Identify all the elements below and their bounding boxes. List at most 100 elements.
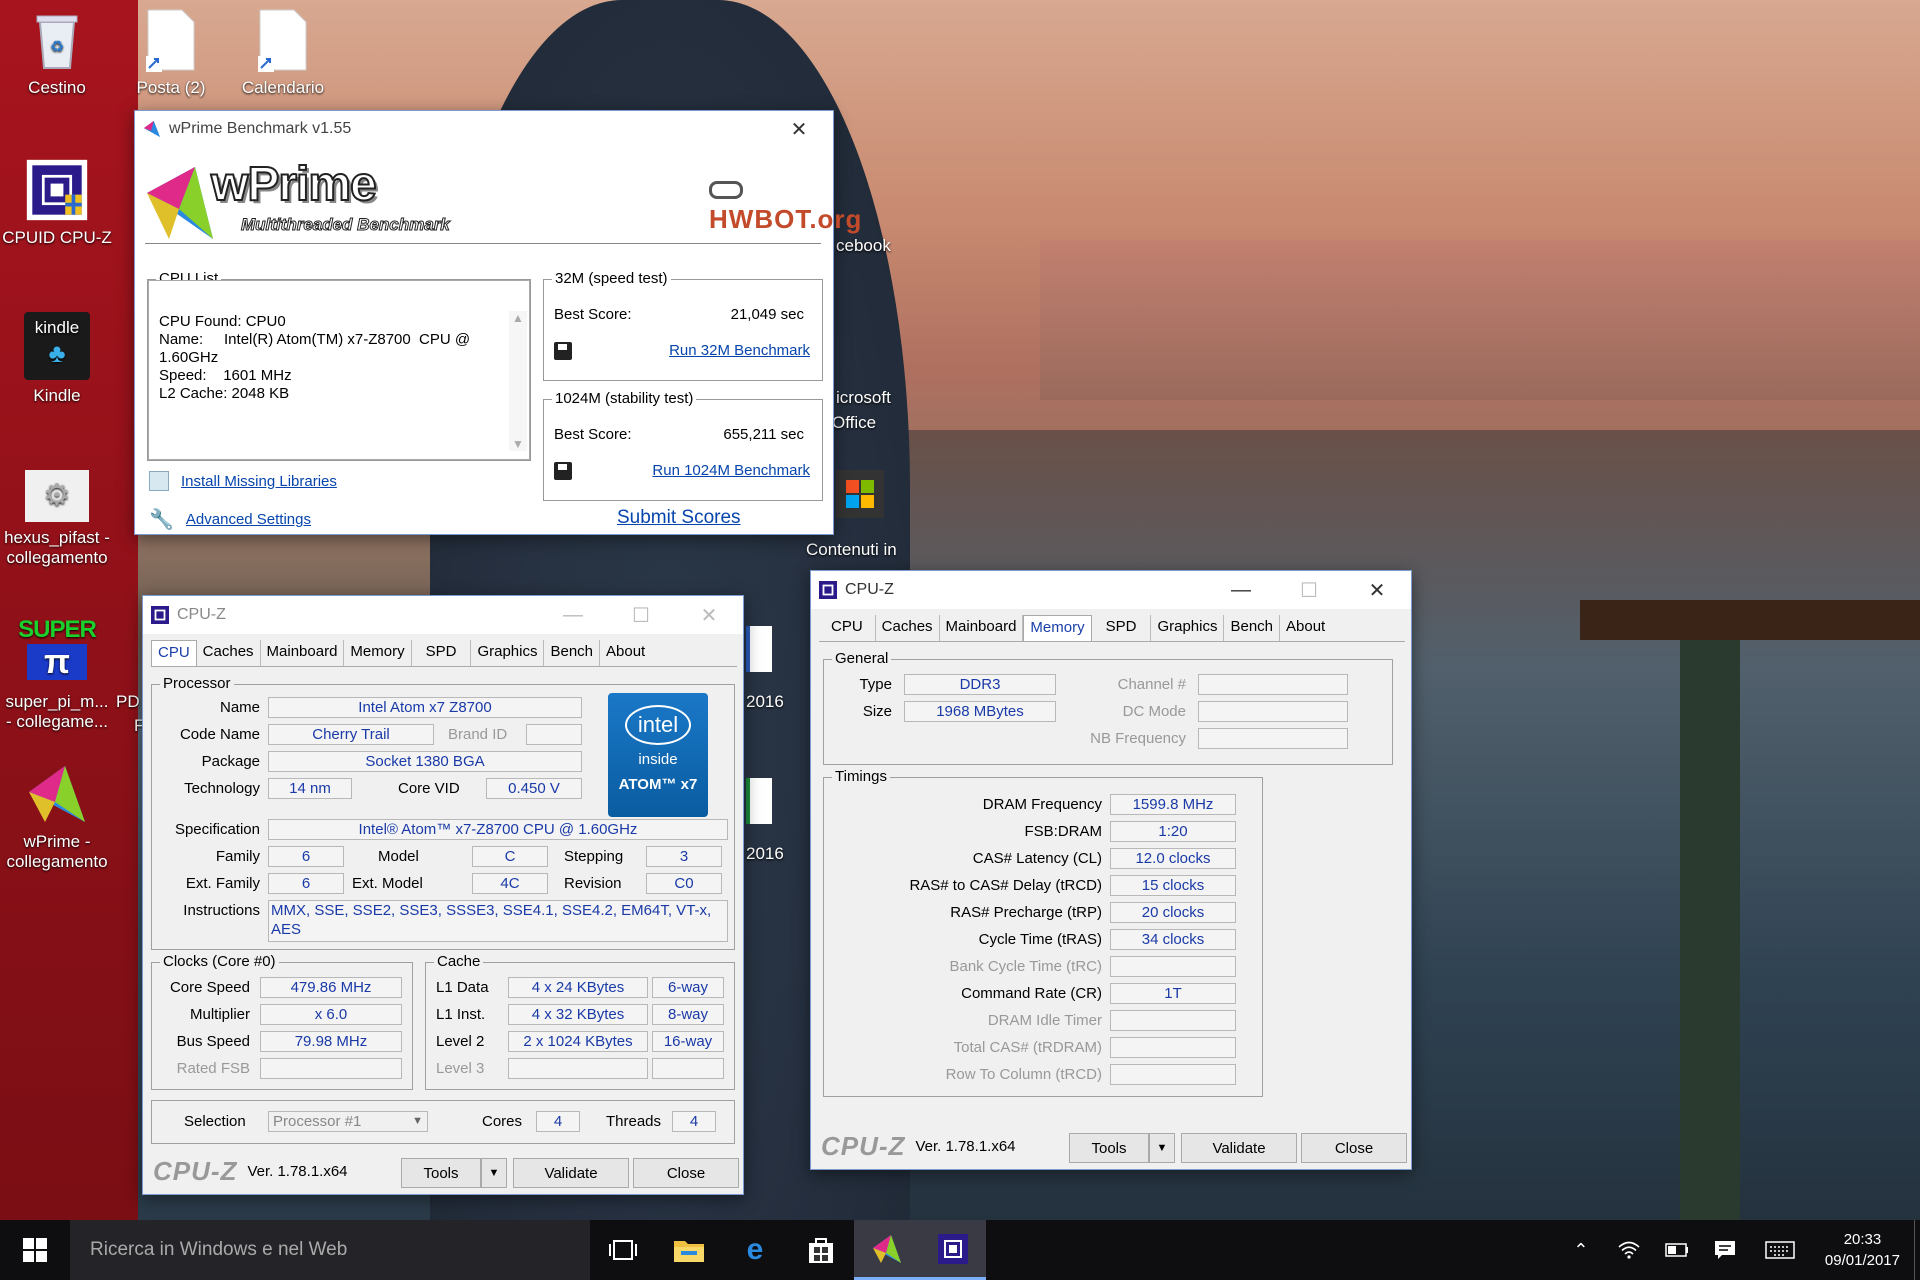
store-tile-icon[interactable]: [836, 470, 884, 518]
extfamily-label: Ext. Family: [185, 875, 260, 892]
tab-cpu[interactable]: CPU: [819, 615, 876, 641]
desktop-icon-contenuti-label[interactable]: Contenuti in: [806, 540, 897, 560]
clock[interactable]: 20:33 09/01/2017: [1811, 1229, 1914, 1271]
cpuz-titlebar[interactable]: CPU-Z — ☐ ✕: [143, 596, 743, 634]
start-button[interactable]: [0, 1220, 70, 1280]
cpu-list-scrollbar[interactable]: ▲ ▼: [509, 311, 527, 451]
chevron-up-icon[interactable]: ⌃: [1557, 1240, 1605, 1261]
excel-doc-icon[interactable]: [746, 778, 772, 824]
desktop-icon-facebook-label[interactable]: cebook: [836, 236, 891, 256]
word-doc-icon[interactable]: [746, 626, 772, 672]
submit-scores-link[interactable]: Submit Scores: [617, 507, 741, 529]
tools-dropdown-button[interactable]: ▼: [1149, 1133, 1175, 1163]
validate-button[interactable]: Validate: [513, 1158, 629, 1188]
taskbar-file-explorer[interactable]: [656, 1220, 722, 1280]
speed-test-legend: 32M (speed test): [552, 270, 671, 287]
tab-graphics[interactable]: Graphics: [1151, 615, 1225, 641]
task-view-button[interactable]: [590, 1220, 656, 1280]
technology-value: 14 nm: [268, 778, 352, 799]
close-icon[interactable]: ✕: [765, 111, 833, 147]
desktop-icon-calendario[interactable]: Calendario: [228, 8, 338, 98]
desktop-icon-label: Posta (2): [136, 78, 206, 97]
close-icon[interactable]: ✕: [1343, 572, 1411, 608]
instructions-line: AES: [271, 921, 302, 938]
taskbar-wprime[interactable]: [854, 1220, 920, 1280]
cpuz-version: Ver. 1.78.1.x64: [915, 1138, 1016, 1155]
minimize-icon[interactable]: —: [539, 597, 607, 633]
run-1024m-benchmark-link[interactable]: Run 1024M Benchmark: [652, 462, 810, 479]
scroll-up-icon[interactable]: ▲: [509, 311, 527, 325]
cpuz-titlebar[interactable]: CPU-Z — ☐ ✕: [811, 571, 1411, 609]
tab-mainboard[interactable]: Mainboard: [261, 640, 345, 666]
validate-button[interactable]: Validate: [1181, 1133, 1297, 1163]
wprime-divider: [145, 243, 821, 244]
level3-value: [508, 1058, 648, 1079]
cpu-list-box[interactable]: CPU Found: CPU0 Name: Intel(R) Atom(TM) …: [148, 280, 530, 460]
selection-value: Processor #1: [273, 1113, 362, 1130]
keyboard-icon[interactable]: [1749, 1241, 1811, 1259]
close-button[interactable]: Close: [633, 1158, 739, 1188]
pi-icon: π: [27, 644, 87, 681]
tools-button[interactable]: Tools: [1069, 1133, 1149, 1163]
tab-memory[interactable]: Memory: [344, 640, 412, 666]
tab-bench[interactable]: Bench: [1224, 615, 1281, 641]
taskbar-store[interactable]: [788, 1220, 854, 1280]
search-input[interactable]: Ricerca in Windows e nel Web: [70, 1220, 590, 1280]
corevid-label: Core VID: [398, 780, 460, 797]
advanced-settings-link[interactable]: Advanced Settings: [186, 511, 311, 528]
tab-mainboard[interactable]: Mainboard: [940, 615, 1024, 641]
desktop-icon-wprime[interactable]: wPrime - collegamento: [2, 762, 112, 873]
name-value: Intel Atom x7 Z8700: [268, 697, 582, 718]
l1data-value: 4 x 24 KBytes: [508, 977, 648, 998]
window-title: wPrime Benchmark v1.55: [169, 120, 352, 137]
maximize-icon[interactable]: ☐: [607, 597, 675, 633]
tab-bench[interactable]: Bench: [544, 640, 601, 666]
desktop-icon-hexus[interactable]: ⚙ hexus_pifast - collegamento: [2, 470, 112, 569]
tab-about[interactable]: About: [1280, 615, 1331, 641]
hwbot-logo[interactable]: HWBOT.org: [709, 173, 862, 235]
install-libraries-row[interactable]: Install Missing Libraries: [149, 471, 337, 491]
speed-best-score-label: Best Score:: [554, 306, 632, 323]
minimize-icon[interactable]: —: [1207, 572, 1275, 608]
wifi-icon[interactable]: [1605, 1241, 1653, 1259]
multiplier-label: Multiplier: [189, 1006, 250, 1023]
tab-cpu[interactable]: CPU: [151, 640, 197, 666]
tab-about[interactable]: About: [600, 640, 651, 666]
selection-dropdown[interactable]: Processor #1 ▼: [268, 1111, 428, 1132]
notification-icon[interactable]: [1701, 1240, 1749, 1260]
maximize-icon[interactable]: ☐: [1275, 572, 1343, 608]
desktop-icon-office-label[interactable]: icrosoft: [836, 388, 891, 408]
tools-dropdown-button[interactable]: ▼: [481, 1158, 507, 1188]
install-missing-libraries-link[interactable]: Install Missing Libraries: [181, 473, 337, 490]
timings-group: Timings DRAM Frequency 1599.8 MHz FSB:DR…: [823, 768, 1263, 1097]
battery-icon[interactable]: [1653, 1243, 1701, 1257]
show-desktop-button[interactable]: [1914, 1220, 1920, 1280]
desktop-icon-2016-label-2: 2016: [746, 844, 784, 863]
stability-test-group: 1024M (stability test) Best Score: 655,2…: [543, 390, 823, 501]
tab-spd[interactable]: SPD: [1092, 615, 1152, 641]
close-icon[interactable]: ✕: [675, 597, 743, 633]
tab-caches[interactable]: Caches: [876, 615, 940, 641]
cpu-list-group: CPU List CPU Found: CPU0 Name: Intel(R) …: [147, 270, 531, 461]
wprime-titlebar[interactable]: wPrime Benchmark v1.55 ✕: [135, 111, 833, 147]
stability-best-score-label: Best Score:: [554, 426, 632, 443]
tab-spd[interactable]: SPD: [412, 640, 472, 666]
hwbot-icon: [709, 181, 743, 200]
desktop-icon-kindle[interactable]: kindle ♣ Kindle: [2, 312, 112, 406]
taskbar-edge[interactable]: e: [722, 1220, 788, 1280]
tab-graphics[interactable]: Graphics: [471, 640, 545, 666]
desktop-icon-cpuid[interactable]: CPUID CPU-Z: [2, 158, 112, 248]
close-button[interactable]: Close: [1301, 1133, 1407, 1163]
tab-caches[interactable]: Caches: [197, 640, 261, 666]
desktop-icon-superpi[interactable]: SUPER π super_pi_m... - collegame...: [2, 610, 112, 733]
scroll-down-icon[interactable]: ▼: [509, 437, 527, 451]
tools-button[interactable]: Tools: [401, 1158, 481, 1188]
advanced-settings-row[interactable]: 🔧 Advanced Settings: [149, 507, 311, 532]
taskbar-cpuz[interactable]: [920, 1220, 986, 1280]
desktop-icon-cestino[interactable]: ♻ Cestino: [2, 8, 112, 98]
run-32m-benchmark-link[interactable]: Run 32M Benchmark: [669, 342, 810, 359]
desktop-icon-posta[interactable]: Posta (2): [116, 8, 226, 98]
intel-atom-logo: intel inside ATOM™ x7: [608, 693, 708, 817]
cores-value: 4: [536, 1111, 580, 1132]
tab-memory[interactable]: Memory: [1023, 615, 1092, 641]
